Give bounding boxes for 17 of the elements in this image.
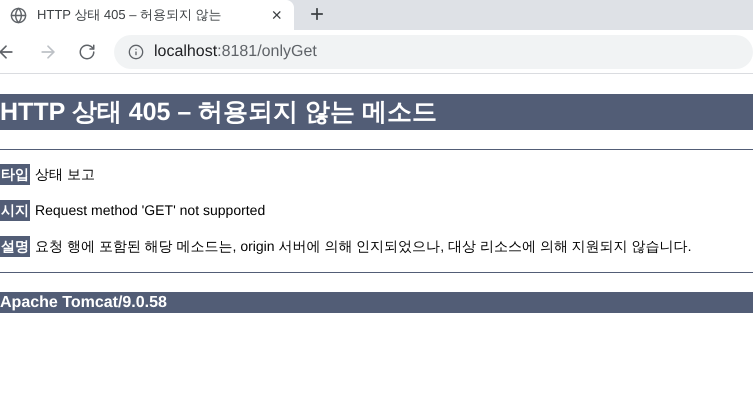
field-label: 설명 — [0, 236, 30, 257]
tab-title: HTTP 상태 405 – 허용되지 않는 — [37, 6, 223, 24]
server-footer: Apache Tomcat/9.0.58 — [0, 292, 753, 313]
close-button[interactable]: × — [271, 6, 282, 24]
globe-icon — [10, 6, 27, 24]
field-value: Request method 'GET' not supported — [35, 201, 266, 220]
browser-tab[interactable]: HTTP 상태 405 – 허용되지 않는 × — [0, 0, 294, 30]
field-value: 상태 보고 — [35, 165, 95, 184]
new-tab-button[interactable]: + — [310, 3, 324, 27]
field-label: 시지 — [0, 200, 30, 221]
url-text: localhost:8181/onlyGet — [154, 42, 317, 62]
address-bar[interactable]: localhost:8181/onlyGet — [114, 34, 753, 68]
error-heading: HTTP 상태 405 – 허용되지 않는 메소드 — [0, 94, 753, 130]
field-label: 타입 — [0, 164, 30, 185]
field-value: 요청 행에 포함된 해당 메소드는, origin 서버에 의해 인지되었으나, 대상 리소스에 의해 지원되지 않습니다. — [35, 237, 692, 256]
reload-icon[interactable] — [78, 42, 96, 60]
info-icon — [128, 44, 144, 60]
